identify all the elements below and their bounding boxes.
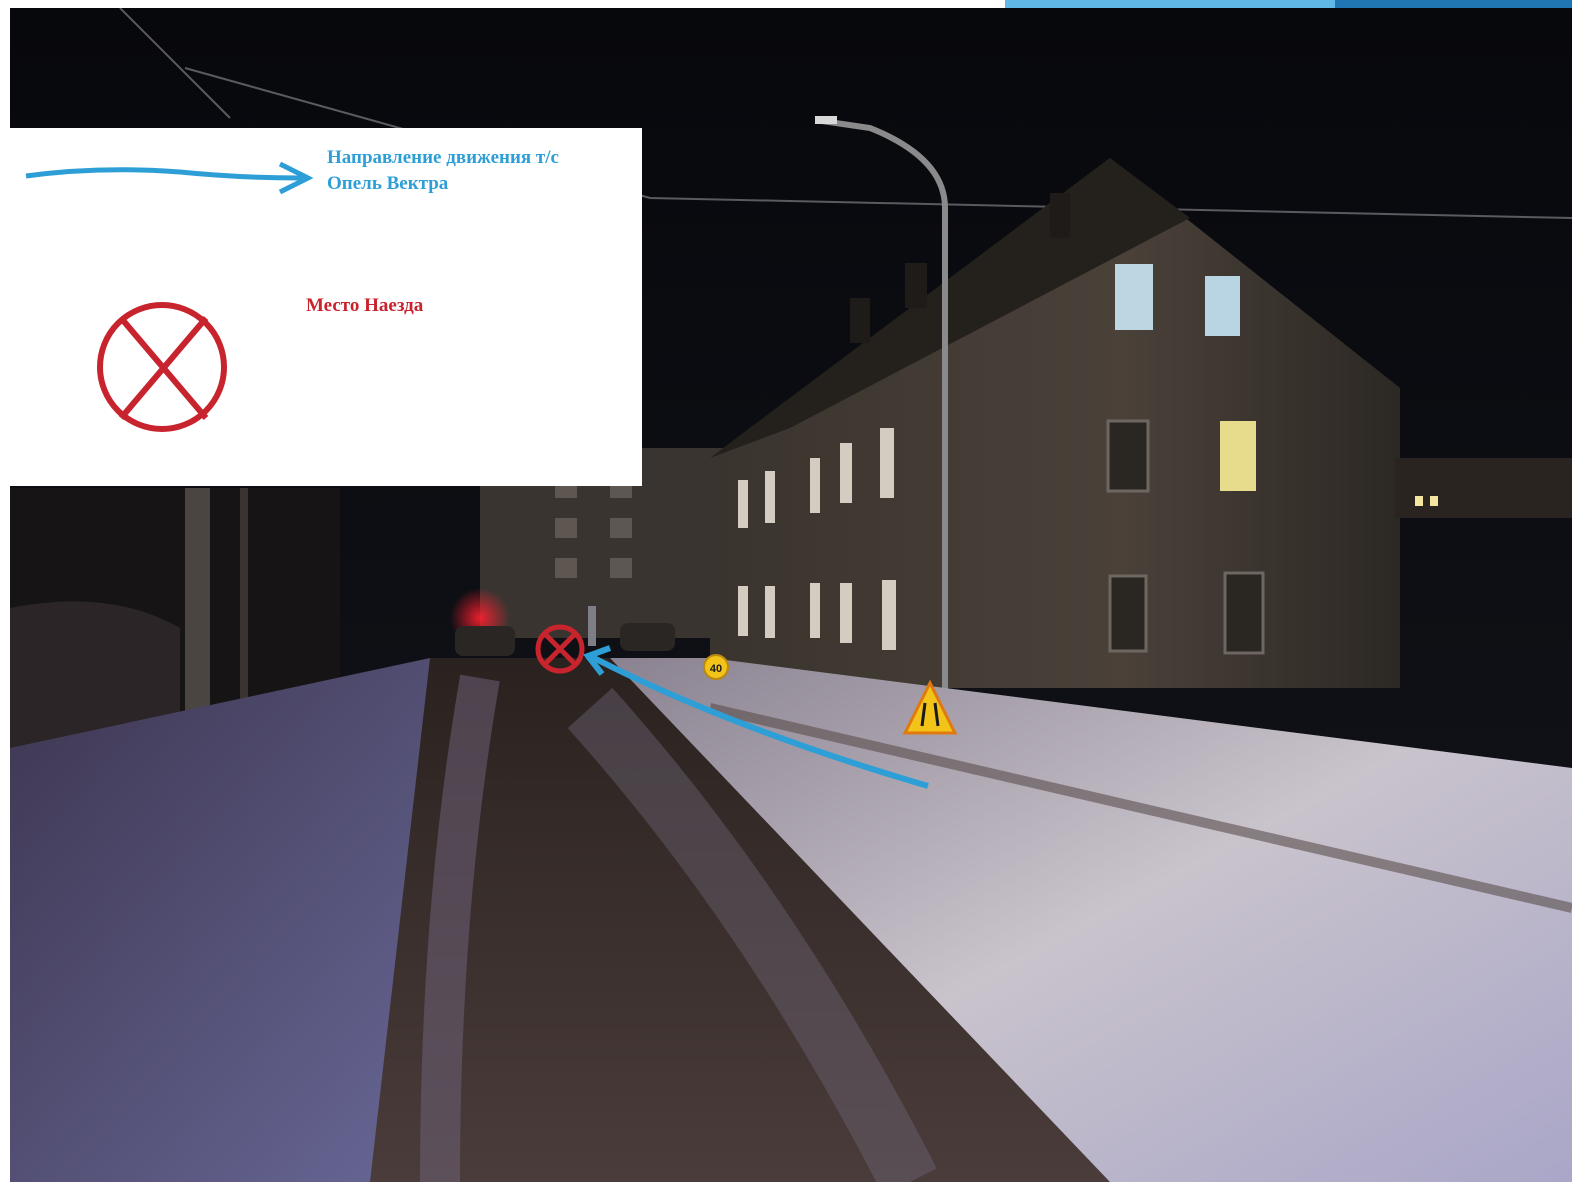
legend-direction-arrow — [25, 161, 314, 195]
accent-bar-dark — [1335, 0, 1572, 8]
legend-direction-text: Направление движения т/с Опель Вектра — [327, 145, 559, 197]
car — [455, 626, 515, 656]
lit-window — [1115, 264, 1153, 330]
speed-limit-sign: 40 — [703, 654, 729, 680]
slide-frame: 40 Направление движения т/с Опель Вектра… — [0, 0, 1572, 1182]
car — [620, 623, 675, 651]
legend-impact-text: Место Наезда — [306, 295, 424, 316]
legend-direction-line1: Направление движения т/с — [327, 147, 559, 168]
svg-text:40: 40 — [710, 663, 722, 675]
lit-window — [1220, 421, 1256, 491]
legend-impact-marker — [97, 302, 227, 432]
accent-bar-light — [1005, 0, 1335, 8]
lit-window — [1205, 276, 1240, 336]
legend-direction-line2: Опель Вектра — [327, 173, 449, 194]
legend-panel: Направление движения т/с Опель Вектра Ме… — [10, 128, 642, 486]
